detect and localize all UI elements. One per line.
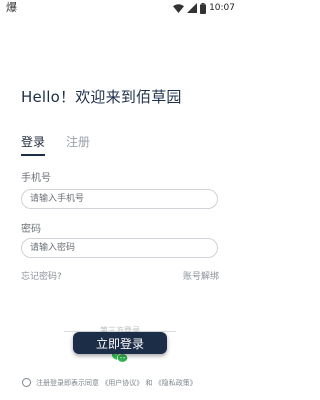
active-tab-indicator xyxy=(21,154,45,156)
wifi-icon xyxy=(173,3,185,13)
forgot-password-link[interactable]: 忘记密码? xyxy=(21,271,62,283)
account-unbind-link[interactable]: 账号解绑 xyxy=(183,271,219,283)
agreement-prefix: 注册登录即表示同意 xyxy=(36,379,99,387)
status-icons: 10:07 xyxy=(173,1,235,15)
welcome-title: Hello！欢迎来到佰草园 xyxy=(21,88,182,106)
login-button[interactable]: 立即登录 xyxy=(73,332,167,354)
app-notification-icon: 爆 xyxy=(6,1,17,14)
agreement-and: 和 xyxy=(145,379,153,387)
battery-icon xyxy=(200,2,207,14)
agreement-text: 注册登录即表示同意 《用户协议》 和 《隐私政策》 xyxy=(36,378,197,388)
phone-label: 手机号 xyxy=(21,173,51,184)
password-label: 密码 xyxy=(21,224,41,235)
agreement-checkbox[interactable] xyxy=(22,378,31,387)
tab-login[interactable]: 登录 xyxy=(21,134,45,150)
status-time: 10:07 xyxy=(209,3,235,13)
privacy-policy-link[interactable]: 《隐私政策》 xyxy=(155,379,197,387)
password-input[interactable] xyxy=(21,238,218,258)
tab-register[interactable]: 注册 xyxy=(66,134,90,150)
phone-input[interactable] xyxy=(21,189,218,209)
user-agreement-link[interactable]: 《用户协议》 xyxy=(101,379,143,387)
status-bar: 爆 10:07 xyxy=(0,0,240,16)
signal-icon xyxy=(187,3,198,13)
